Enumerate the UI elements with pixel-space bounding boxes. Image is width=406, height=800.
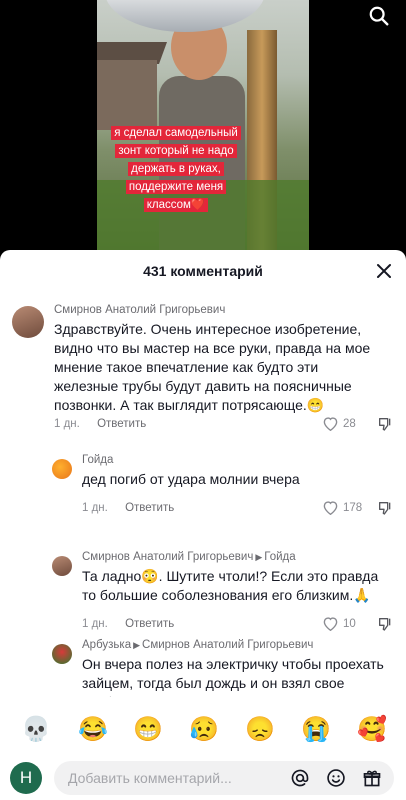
comment-author[interactable]: Смирнов Анатолий Григорьевич ▶ Гойда — [82, 551, 296, 563]
emoji-crying[interactable]: 😭 — [301, 717, 331, 743]
avatar[interactable] — [52, 644, 72, 664]
comment-text: дед погиб от удара молнии вчера — [82, 471, 300, 487]
comment-meta: 1 дн. Ответить — [82, 502, 174, 514]
screen: я сделал самодельный зонт который не над… — [0, 0, 406, 800]
gift-icon[interactable] — [362, 768, 382, 788]
comment-input[interactable]: Добавить комментарий... — [54, 761, 394, 795]
video-caption: я сделал самодельный зонт который не над… — [108, 123, 244, 213]
author-name[interactable]: Смирнов Анатолий Григорьевич — [54, 304, 225, 316]
comment-item: Арбузька ▶ Смирнов Анатолий Григорьевич Он… — [0, 627, 406, 697]
author-name[interactable]: Арбузька — [82, 639, 131, 651]
emoji-skull[interactable]: 💀 — [21, 717, 51, 743]
emoji-bar: 💀 😂 😁 😥 😞 😭 🥰 — [0, 705, 406, 755]
emoji-grin[interactable]: 😁 — [133, 717, 163, 743]
reply-arrow-icon: ▶ — [133, 640, 141, 650]
search-icon[interactable] — [368, 5, 390, 27]
reply-to-name[interactable]: Гойда — [264, 551, 295, 563]
house — [97, 60, 157, 130]
avatar[interactable] — [52, 459, 72, 479]
dislike-icon[interactable] — [377, 500, 393, 516]
comments-count-title: 431 комментарий — [143, 263, 263, 279]
comment-author[interactable]: Смирнов Анатолий Григорьевич — [54, 304, 225, 316]
comments-list[interactable]: Смирнов Анатолий Григорьевич Здравствуйт… — [0, 292, 406, 697]
sheet-header: 431 комментарий — [0, 250, 406, 292]
avatar[interactable] — [52, 556, 72, 576]
close-icon[interactable] — [374, 261, 394, 281]
comment-meta: 1 дн. Ответить — [54, 418, 146, 430]
emoji-tears-of-joy[interactable]: 😂 — [78, 717, 108, 743]
video-player[interactable]: я сделал самодельный зонт который не над… — [0, 0, 406, 258]
mention-icon[interactable] — [290, 768, 310, 788]
video-caption-text: я сделал самодельный зонт который не над… — [111, 126, 241, 212]
emoji-sad-sweat[interactable]: 😥 — [189, 717, 219, 743]
user-avatar[interactable]: Н — [10, 762, 42, 794]
reply-button[interactable]: Ответить — [97, 418, 146, 430]
comment-item: Гойда дед погиб от удара молнии вчера 1 … — [0, 447, 406, 517]
author-name[interactable]: Смирнов Анатолий Григорьевич — [82, 551, 253, 563]
emoji-hearts[interactable]: 🥰 — [357, 717, 387, 743]
avatar[interactable] — [12, 306, 44, 338]
emoji-disappointed[interactable]: 😞 — [245, 717, 275, 743]
comment-author[interactable]: Арбузька ▶ Смирнов Анатолий Григорьевич — [82, 639, 313, 651]
author-name[interactable]: Гойда — [82, 454, 113, 466]
comment-text: Он вчера полез на электричку чтобы проех… — [82, 656, 384, 697]
like-button[interactable]: 28 — [322, 416, 356, 431]
comment-author[interactable]: Гойда — [82, 454, 113, 466]
reply-button[interactable]: Ответить — [125, 502, 174, 514]
comment-input-placeholder: Добавить комментарий... — [68, 770, 232, 786]
comment-text: Та ладно😳. Шутите чтоли!? Если это правд… — [82, 568, 379, 603]
comment-item: Смирнов Анатолий Григорьевич Здравствуйт… — [0, 292, 406, 432]
like-button[interactable]: 178 — [322, 500, 362, 515]
heart-icon — [323, 417, 338, 431]
like-count: 178 — [343, 501, 363, 514]
reply-to-name[interactable]: Смирнов Анатолий Григорьевич — [142, 639, 313, 651]
comment-input-bar: Н Добавить комментарий... — [0, 755, 406, 800]
heart-icon — [323, 501, 338, 515]
dislike-icon[interactable] — [377, 416, 393, 432]
reply-arrow-icon: ▶ — [255, 552, 263, 562]
emoji-icon[interactable] — [326, 768, 346, 788]
metal-umbrella — [105, 0, 265, 32]
comment-age: 1 дн. — [82, 502, 108, 514]
comment-age: 1 дн. — [54, 418, 80, 430]
comment-text: Здравствуйте. Очень интересное изобретен… — [54, 321, 371, 413]
like-count: 28 — [343, 417, 356, 430]
